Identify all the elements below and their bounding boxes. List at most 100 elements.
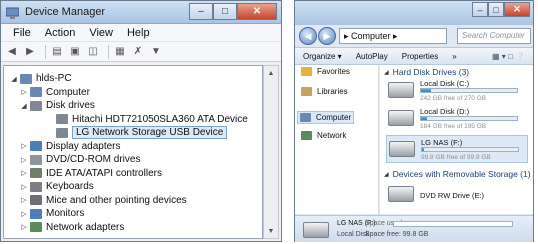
tree-node-label: Display adapters — [46, 140, 121, 152]
maximize-button[interactable]: □ — [488, 2, 504, 17]
drive-usage-fill — [421, 89, 431, 92]
controller-icon — [30, 168, 42, 178]
more-commands-button[interactable]: » — [452, 52, 456, 61]
section-removable-storage[interactable]: ◢ Devices with Removable Storage (1) — [384, 169, 531, 179]
expand-icon[interactable]: ▷ — [20, 142, 28, 150]
drive-free-space: 184 GB free of 195 GB — [420, 123, 487, 130]
tree-node-label: LG Network Storage USB Device — [72, 126, 228, 139]
scan-icon[interactable]: ▦ — [113, 45, 127, 59]
view-options-icon[interactable]: ▦ ▾ □ ❔ — [492, 52, 525, 61]
organize-button[interactable]: Organize ▾ — [303, 52, 342, 61]
tree-node[interactable]: LG Network Storage USB Device — [46, 126, 228, 139]
menu-action[interactable]: Action — [45, 27, 76, 39]
autoplay-button[interactable]: AutoPlay — [356, 52, 388, 61]
toolbar-separator — [108, 44, 109, 59]
nav-item-libraries[interactable]: Libraries — [301, 87, 348, 96]
tree-node[interactable]: ▷ Network adapters — [20, 221, 124, 234]
drive-item[interactable]: Local Disk (C:) 242 GB free of 270 GB — [386, 77, 528, 105]
tree-node[interactable]: ▷ Computer — [20, 86, 90, 99]
tree-node-label: Mice and other pointing devices — [46, 194, 187, 206]
expand-icon[interactable]: ▷ — [20, 183, 28, 191]
mouse-icon — [30, 195, 42, 205]
tree-node[interactable]: ▷ Mice and other pointing devices — [20, 194, 187, 207]
drive-usage-bar — [420, 88, 518, 93]
uninstall-icon[interactable]: ✗ — [131, 45, 145, 59]
minimize-button[interactable]: – — [472, 2, 488, 17]
navigation-bar: ◀ ▶ ▸ Computer ▸ Search Computer — [297, 26, 533, 46]
menu-file[interactable]: File — [13, 27, 31, 39]
star-icon — [301, 67, 312, 76]
disk-icon — [30, 100, 42, 111]
disable-icon[interactable]: ▼ — [149, 45, 163, 59]
drive-item[interactable]: DVD RW Drive (E:) — [386, 181, 528, 209]
address-bar[interactable]: ▸ Computer ▸ — [339, 28, 447, 44]
tree-node[interactable]: ◢ Disk drives — [20, 99, 95, 112]
collapse-icon[interactable]: ◢ — [20, 102, 28, 110]
drive-usage-bar — [421, 147, 519, 152]
network-icon — [301, 131, 312, 140]
scroll-down-icon[interactable]: ▼ — [264, 224, 278, 238]
dvd-icon — [30, 154, 42, 165]
collapse-icon[interactable]: ◢ — [384, 69, 389, 76]
tree-node-label: DVD/CD-ROM drives — [46, 154, 141, 165]
expand-icon[interactable]: ▷ — [20, 196, 28, 204]
expand-icon[interactable]: ▷ — [20, 223, 28, 231]
update-driver-icon[interactable]: ◫ — [86, 45, 100, 59]
navigation-pane: Favorites Libraries Computer Network — [295, 65, 379, 214]
close-button[interactable]: ✕ — [237, 3, 277, 20]
device-tree[interactable]: ◢ hlds-PC ▷ Computer ◢ Disk drives Hitachi HDT… — [3, 65, 263, 239]
menu-view[interactable]: View — [89, 27, 113, 39]
drive-icon — [303, 222, 329, 238]
nav-item-favorites[interactable]: Favorites — [301, 67, 350, 76]
nav-item-network[interactable]: Network — [301, 131, 346, 140]
drive-usage-fill — [421, 117, 427, 120]
tree-node[interactable]: ▷ DVD/CD-ROM drives — [20, 153, 140, 166]
display-icon — [30, 141, 42, 151]
tree-node-label: Computer — [46, 86, 90, 98]
expand-icon[interactable]: ▷ — [20, 156, 28, 164]
drive-name: LG NAS (F:) — [421, 138, 463, 147]
command-bar: Organize ▾ AutoPlay Properties » ▦ ▾ □ ❔ — [295, 47, 533, 65]
drive-item[interactable]: LG NAS (F:) 99.8 GB free of 99.9 GB — [386, 135, 528, 163]
toolbar: ◀ ▶ ▤ ▣ ◫ ▦ ✗ ▼ — [1, 42, 281, 62]
nav-item-computer[interactable]: Computer — [297, 111, 355, 124]
back-icon[interactable]: ◀ — [5, 45, 19, 59]
properties-button[interactable]: Properties — [402, 52, 438, 61]
tree-node[interactable]: Hitachi HDT721050SLA360 ATA Device — [46, 113, 248, 126]
hard-disk-icon — [388, 110, 414, 126]
tree-node[interactable]: ◢ hlds-PC — [10, 72, 71, 85]
maximize-button[interactable]: □ — [213, 3, 237, 20]
expand-icon[interactable]: ▷ — [20, 210, 28, 218]
nav-item-label: Computer — [316, 113, 352, 122]
help-icon[interactable]: ▣ — [68, 45, 82, 59]
section-hard-disk-drives[interactable]: ◢ Hard Disk Drives (3) — [384, 67, 469, 77]
drive-item[interactable]: Local Disk (D:) 184 GB free of 195 GB — [386, 105, 528, 133]
tree-node-label: Hitachi HDT721050SLA360 ATA Device — [72, 113, 248, 125]
back-button[interactable]: ◀ — [299, 27, 317, 45]
drive-name: Local Disk (C:) — [420, 79, 470, 88]
menu-bar: File Action View Help — [1, 24, 281, 42]
toolbar-separator — [45, 44, 46, 59]
window-title: Device Manager — [25, 6, 106, 18]
nav-item-label: Favorites — [317, 67, 350, 76]
tree-node[interactable]: ▷ Keyboards — [20, 180, 94, 193]
properties-icon[interactable]: ▤ — [50, 45, 64, 59]
tree-node[interactable]: ▷ Monitors — [20, 207, 84, 220]
forward-icon[interactable]: ▶ — [23, 45, 37, 59]
drive-name: DVD RW Drive (E:) — [420, 191, 485, 200]
expand-icon[interactable]: ▷ — [20, 88, 28, 96]
tree-node[interactable]: ▷ Display adapters — [20, 140, 120, 153]
tree-scrollbar[interactable]: ▲ ▼ — [263, 65, 279, 239]
collapse-icon[interactable]: ◢ — [10, 75, 18, 83]
scroll-up-icon[interactable]: ▲ — [264, 66, 278, 80]
tree-node[interactable]: ▷ IDE ATA/ATAPI controllers — [20, 167, 162, 180]
drive-free-space: 99.8 GB free of 99.9 GB — [421, 154, 491, 161]
close-button[interactable]: ✕ — [504, 2, 530, 17]
search-input[interactable]: Search Computer — [457, 28, 531, 44]
monitor-icon — [30, 208, 42, 219]
menu-help[interactable]: Help — [127, 27, 150, 39]
expand-icon[interactable]: ▷ — [20, 169, 28, 177]
collapse-icon[interactable]: ◢ — [384, 171, 389, 178]
forward-button[interactable]: ▶ — [318, 27, 336, 45]
minimize-button[interactable]: – — [189, 3, 213, 20]
